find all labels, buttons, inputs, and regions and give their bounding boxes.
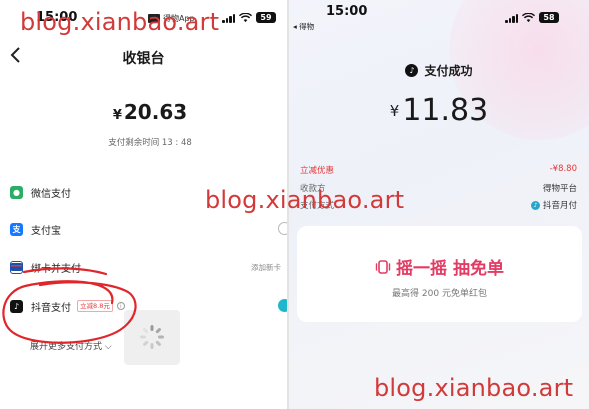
status-time: 15:00	[36, 10, 78, 25]
shake-lottery-card[interactable]: 摇一摇 抽免单 最高得 200 元免单红包	[297, 226, 582, 322]
shake-title-text: 摇一摇 抽免单	[396, 259, 504, 279]
douyin-pay-icon: ♪	[10, 299, 23, 313]
status-icons: 59	[222, 12, 276, 23]
promo-badge: 立减8.8元	[77, 300, 113, 312]
payment-option-bank-card[interactable]: 绑卡并支付 添加新卡	[10, 255, 287, 279]
alipay-icon: 支	[10, 222, 23, 236]
detail-row-payee: 收款方 得物平台	[300, 182, 577, 196]
payment-success-screen: 15:00 ◂ 得物 58 ♪ 支付成功 ¥11.83 立减优惠 -¥8.80 …	[289, 0, 589, 409]
status-icons: 58	[505, 12, 559, 23]
detail-value: 抖音月付	[542, 201, 577, 211]
order-amount: ¥20.63	[0, 100, 287, 124]
wifi-icon	[239, 12, 252, 22]
paid-amount: ¥11.83	[289, 93, 589, 128]
detail-label: 收款方	[300, 184, 326, 194]
payment-option-label: 绑卡并支付	[31, 263, 81, 275]
monthly-pay-icon: ♪	[530, 200, 540, 210]
payment-success-header: ♪ 支付成功	[289, 62, 589, 79]
back-to-app-link[interactable]: ◂ 得物	[293, 21, 314, 32]
amount-value: 11.83	[402, 93, 489, 128]
detail-value: -¥8.80	[549, 164, 577, 174]
loading-overlay	[124, 310, 180, 365]
payment-option-label: 微信支付	[31, 188, 71, 200]
currency-symbol: ¥	[389, 102, 400, 120]
signal-icon	[505, 13, 518, 23]
payment-option-label: 抖音支付	[31, 302, 71, 314]
payment-radio[interactable]	[278, 222, 287, 235]
payment-option-wechat[interactable]: ● 微信支付	[10, 180, 287, 204]
amount-value: 20.63	[123, 100, 188, 124]
signal-icon	[222, 13, 235, 23]
expand-label: 展开更多支付方式	[30, 342, 103, 352]
payment-option-label: 支付宝	[31, 225, 61, 237]
battery-icon: 58	[539, 12, 559, 23]
douyin-logo-icon: ♪	[405, 64, 419, 77]
shake-title: 摇一摇 抽免单	[297, 254, 582, 279]
status-time: 15:00	[326, 4, 368, 19]
payment-radio-selected[interactable]	[278, 299, 287, 312]
bank-card-icon	[10, 260, 23, 274]
info-icon[interactable]: i	[116, 302, 125, 310]
loading-spinner-icon	[140, 325, 164, 349]
shake-subtitle: 最高得 200 元免单红包	[392, 289, 487, 299]
cashier-screen: 15:00 得物App 59 收银台 ¥20.63 支付剩余时间 13 : 48…	[0, 0, 287, 409]
payment-countdown: 支付剩余时间 13 : 48	[108, 138, 192, 148]
app-badge-label: 得物App	[163, 14, 195, 23]
wechat-pay-icon: ●	[10, 185, 23, 199]
payment-option-alipay[interactable]: 支 支付宝	[10, 217, 287, 241]
detail-value-wrap: ♪ 抖音月付	[530, 199, 577, 211]
detail-row-payment-method: 支付方式 ♪ 抖音月付	[300, 199, 577, 213]
add-new-card-link[interactable]: 添加新卡	[251, 262, 281, 273]
battery-icon: 59	[256, 12, 276, 23]
wifi-icon	[522, 12, 535, 22]
expand-more-methods[interactable]: 展开更多支付方式 ⌵	[30, 339, 112, 352]
detail-label: 立减优惠	[300, 166, 335, 176]
chevron-down-icon: ⌵	[104, 342, 112, 352]
detail-label: 支付方式	[300, 201, 335, 211]
app-badge: 得物App	[148, 13, 195, 24]
detail-value: 得物平台	[542, 184, 577, 194]
shake-phone-icon	[375, 259, 391, 274]
page-title: 收银台	[122, 51, 165, 67]
detail-row-discount: 立减优惠 -¥8.80	[300, 164, 577, 178]
success-label: 支付成功	[424, 64, 473, 78]
app-badge-icon	[148, 14, 160, 23]
currency-symbol: ¥	[112, 108, 122, 123]
